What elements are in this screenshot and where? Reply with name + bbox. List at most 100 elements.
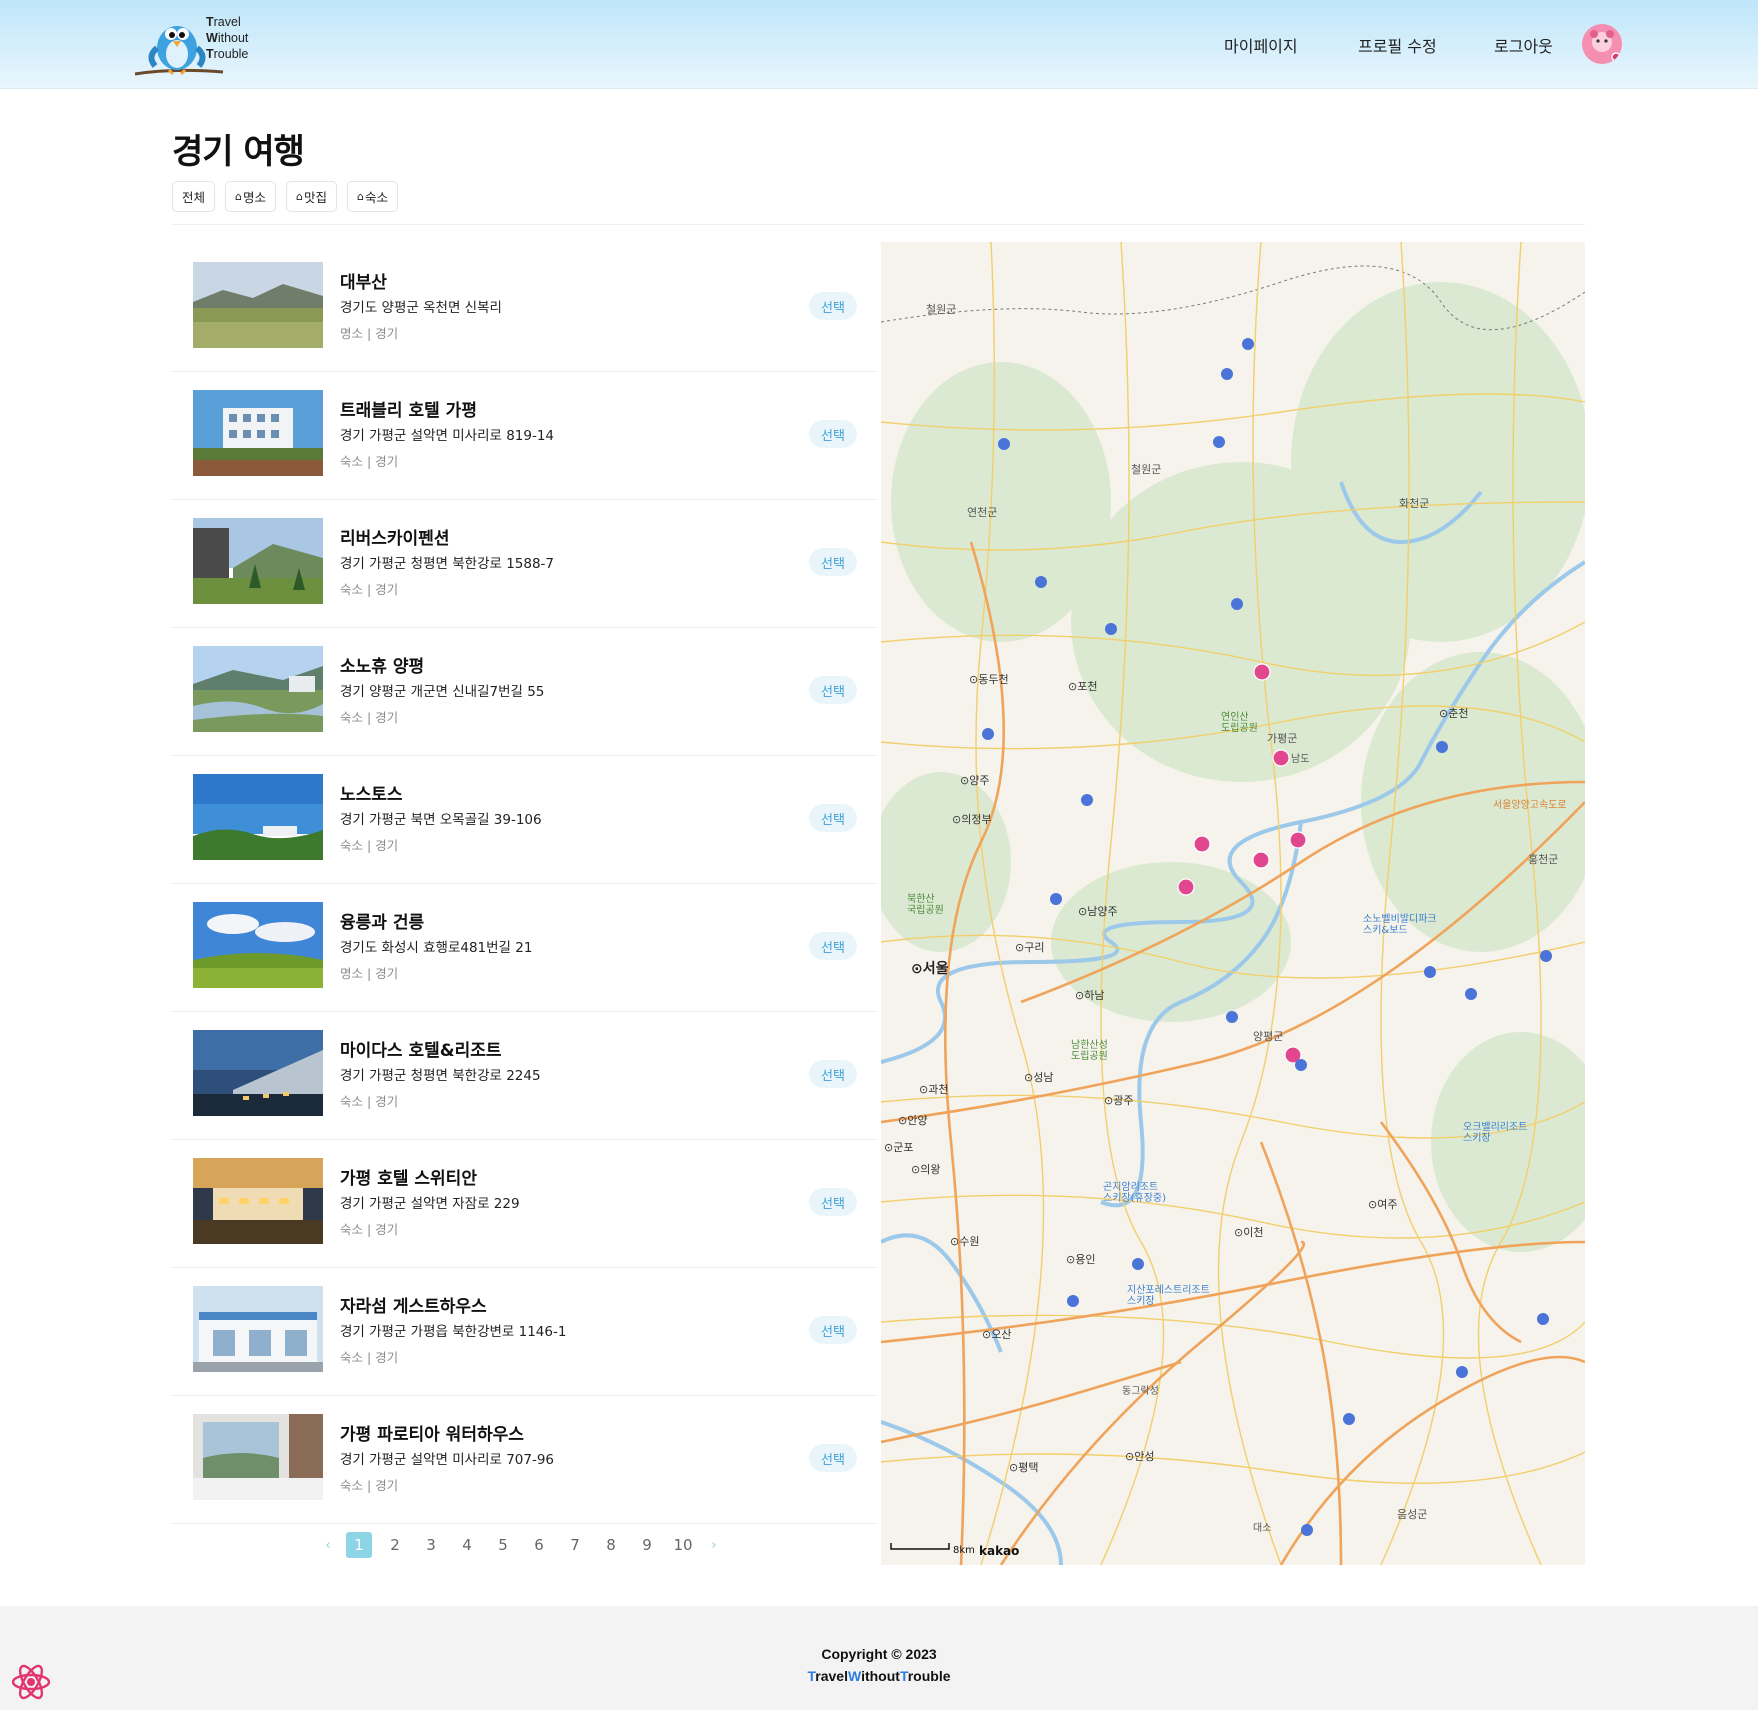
prev-page-button[interactable]: ‹ [315, 1532, 341, 1558]
select-button[interactable]: 선택 [809, 1188, 857, 1216]
place-name: 리버스카이펜션 [340, 529, 450, 549]
place-address: 경기도 화성시 효행로481번길 21 [340, 940, 533, 956]
select-button[interactable]: 선택 [809, 292, 857, 320]
pagination: ‹ 1 2 3 4 5 6 7 8 9 10 › [315, 1532, 727, 1558]
place-thumbnail [193, 1158, 323, 1244]
filter-sights[interactable]: ⌂ 명소 [225, 181, 277, 212]
place-address: 경기 가평군 설악면 미사리로 819-14 [340, 428, 555, 444]
page-button[interactable]: 7 [557, 1532, 593, 1558]
place-category: 숙소 | 경기 [340, 710, 399, 725]
kakao-map[interactable]: 철원군 철원군 연천군 화천군 ⊙동두천 ⊙포천 연인산 도립공원 가평군 남도 … [881, 242, 1585, 1565]
list-item[interactable]: 가평 호텔 스위티안 경기 가평군 설악면 자잠로 229 숙소 | 경기 선택 [172, 1140, 877, 1268]
place-address: 경기 가평군 설악면 미사리로 707-96 [340, 1452, 555, 1468]
logo-wordmark: Travel Without Trouble [206, 15, 249, 61]
select-button[interactable]: 선택 [809, 932, 857, 960]
list-item[interactable]: 대부산 경기도 양평군 옥천면 신복리 명소 | 경기 선택 [172, 244, 877, 372]
list-item[interactable]: 리버스카이펜션 경기 가평군 청평면 북한강로 1588-7 숙소 | 경기 선… [172, 500, 877, 628]
map-label: 철원군 [926, 303, 956, 316]
select-button[interactable]: 선택 [809, 1060, 857, 1088]
map-label: ⊙하남 [1075, 988, 1104, 1002]
select-button[interactable]: 선택 [809, 548, 857, 576]
map-label: 대소 [1253, 1522, 1271, 1534]
place-address: 경기 가평군 가평읍 북한강변로 1146-1 [340, 1324, 567, 1340]
place-thumbnail [193, 646, 323, 732]
map-label: 화천군 [1399, 496, 1429, 510]
filter-sights-label: 명소 [243, 190, 267, 205]
filter-stay[interactable]: ⌂ 숙소 [347, 181, 399, 212]
place-address: 경기 양평군 개군면 신내길7번길 55 [340, 684, 545, 700]
map-label: ⊙오산 [982, 1328, 1011, 1341]
list-item[interactable]: 마이다스 호텔&리조트 경기 가평군 청평면 북한강로 2245 숙소 | 경기… [172, 1012, 877, 1140]
map-label: 가평군 [1267, 732, 1297, 745]
page-button[interactable]: 10 [665, 1532, 701, 1558]
place-category: 명소 | 경기 [340, 326, 399, 341]
list-item[interactable]: 자라섬 게스트하우스 경기 가평군 가평읍 북한강변로 1146-1 숙소 | … [172, 1268, 877, 1396]
page-button[interactable]: 5 [485, 1532, 521, 1558]
map-label: 곤지암리조트 스키장(휴장중) [1103, 1181, 1166, 1204]
nav-mypage[interactable]: 마이페이지 [1224, 33, 1298, 57]
map-label: ⊙광주 [1104, 1094, 1133, 1107]
copyright: Copyright © 2023 [821, 1646, 937, 1662]
avatar[interactable] [1582, 24, 1622, 64]
list-item[interactable]: 융릉과 건릉 경기도 화성시 효행로481번길 21 명소 | 경기 선택 [172, 884, 877, 1012]
map-label: ⊙남양주 [1078, 905, 1118, 918]
page-button[interactable]: 8 [593, 1532, 629, 1558]
footer-brand: TravelWithoutTrouble [807, 1668, 951, 1684]
list-item[interactable]: 노스토스 경기 가평군 북면 오목골길 39-106 숙소 | 경기 선택 [172, 756, 877, 884]
select-button[interactable]: 선택 [809, 1444, 857, 1472]
map-label: ⊙과천 [919, 1082, 948, 1096]
filter-food[interactable]: ⌂ 맛집 [286, 181, 338, 212]
select-button[interactable]: 선택 [809, 676, 857, 704]
page-button[interactable]: 3 [413, 1532, 449, 1558]
home-icon: ⌂ [357, 190, 364, 203]
map-label: ⊙여주 [1368, 1198, 1397, 1211]
map-provider-logo: kakao [979, 1544, 1019, 1558]
place-category: 숙소 | 경기 [340, 1350, 399, 1365]
filter-stay-label: 숙소 [365, 190, 389, 205]
nav-logout[interactable]: 로그아웃 [1494, 33, 1553, 57]
place-category: 숙소 | 경기 [340, 582, 399, 597]
map-label: 동그락성 [1122, 1385, 1159, 1397]
map-label: 연천군 [967, 505, 997, 519]
place-list: 대부산 경기도 양평군 옥천면 신복리 명소 | 경기 선택 트래블리 호텔 가… [172, 244, 877, 1524]
page-button[interactable]: 9 [629, 1532, 665, 1558]
place-category: 숙소 | 경기 [340, 1222, 399, 1237]
filter-all[interactable]: 전체 [172, 181, 216, 212]
map-label: 음성군 [1397, 1508, 1427, 1521]
place-thumbnail [193, 390, 323, 476]
map-label: ⊙동두천 [969, 672, 1009, 686]
map-scale: 8km [953, 1545, 975, 1556]
select-button[interactable]: 선택 [809, 804, 857, 832]
place-thumbnail [193, 262, 323, 348]
select-button[interactable]: 선택 [809, 1316, 857, 1344]
next-page-button[interactable]: › [701, 1532, 727, 1558]
map-label: 서울양양고속도로 [1493, 799, 1567, 811]
divider [172, 224, 1585, 225]
place-thumbnail [193, 518, 323, 604]
top-header: Travel Without Trouble 마이페이지 프로필 수정 로그아웃 [0, 0, 1758, 89]
map-label: ⊙평택 [1009, 1461, 1038, 1474]
list-item[interactable]: 트래블리 호텔 가평 경기 가평군 설악면 미사리로 819-14 숙소 | 경… [172, 372, 877, 500]
map-label: ⊙이천 [1234, 1225, 1263, 1239]
bird-logo[interactable] [133, 8, 273, 80]
map-label: ⊙수원 [950, 1235, 979, 1248]
place-category: 숙소 | 경기 [340, 1478, 399, 1493]
filter-food-label: 맛집 [304, 190, 328, 205]
page-button[interactable]: 1 [341, 1532, 377, 1558]
map-label: ⊙양주 [960, 774, 989, 787]
map-label: 남도 [1291, 753, 1309, 765]
place-thumbnail [193, 774, 323, 860]
page-button[interactable]: 6 [521, 1532, 557, 1558]
page-button[interactable]: 4 [449, 1532, 485, 1558]
place-category: 명소 | 경기 [340, 966, 399, 981]
place-address: 경기 가평군 설악면 자잠로 229 [340, 1196, 520, 1212]
list-item[interactable]: 소노휴 양평 경기 양평군 개군면 신내길7번길 55 숙소 | 경기 선택 [172, 628, 877, 756]
nav-edit-profile[interactable]: 프로필 수정 [1358, 33, 1437, 57]
select-button[interactable]: 선택 [809, 420, 857, 448]
list-item[interactable]: 가평 파로티아 워터하우스 경기 가평군 설악면 미사리로 707-96 숙소 … [172, 1396, 877, 1524]
map-label: ⊙안성 [1125, 1450, 1154, 1463]
place-name: 소노휴 양평 [340, 657, 425, 677]
place-name: 트래블리 호텔 가평 [340, 401, 477, 421]
page-button[interactable]: 2 [377, 1532, 413, 1558]
page-number: 1 [346, 1532, 372, 1558]
